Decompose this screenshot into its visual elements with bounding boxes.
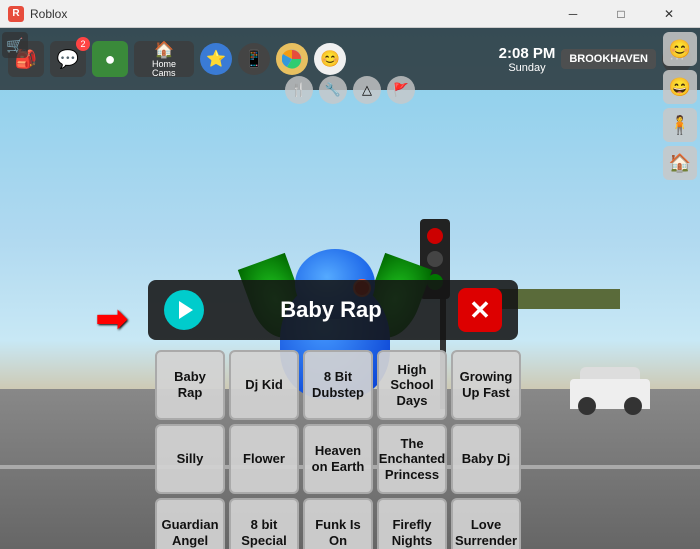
secondary-icon-row: 🍴 🔧 △ 🚩 <box>285 76 415 104</box>
song-cell-12[interactable]: Funk Is On <box>303 498 373 549</box>
clock: 2:08 PM Sunday <box>499 45 556 74</box>
song-cell-0[interactable]: Baby Rap <box>155 350 225 420</box>
song-cell-2[interactable]: 8 Bit Dubstep <box>303 350 373 420</box>
face-button[interactable]: 😊 <box>314 43 346 75</box>
day-display: Sunday <box>499 62 556 74</box>
triangle-icon-button[interactable]: △ <box>353 76 381 104</box>
left-panel: 🛒 <box>0 28 30 549</box>
home-button[interactable]: 🏠 <box>663 146 697 180</box>
notification-button[interactable]: 💬 2 <box>50 41 86 77</box>
song-cell-4[interactable]: Growing Up Fast <box>451 350 521 420</box>
game-viewport: 🎒 💬 2 ● 🏠 HomeCams ⭐ 📱 <box>0 28 700 549</box>
song-cell-3[interactable]: High School Days <box>377 350 447 420</box>
song-cell-14[interactable]: Love Surrender <box>451 498 521 549</box>
maximize-button[interactable]: □ <box>598 0 644 28</box>
hud-icons-row1: ⭐ 📱 😊 <box>200 43 346 75</box>
home-cams-label: HomeCams <box>152 60 176 78</box>
song-cell-10[interactable]: Guardian Angel <box>155 498 225 549</box>
star-button[interactable]: ⭐ <box>200 43 232 75</box>
current-song-title: Baby Rap <box>216 297 446 323</box>
chat-icon: 💬 <box>57 49 79 70</box>
song-cell-5[interactable]: Silly <box>155 424 225 494</box>
pie-icon <box>282 49 302 69</box>
status-icon: ● <box>105 49 116 70</box>
smile-button[interactable]: 😊 <box>663 32 697 66</box>
car-wheel-left <box>578 397 596 415</box>
phone-button[interactable]: 📱 <box>238 43 270 75</box>
song-cell-1[interactable]: Dj Kid <box>229 350 299 420</box>
pie-button[interactable] <box>276 43 308 75</box>
title-text: Roblox <box>30 7 550 21</box>
window-controls: ─ □ ✕ <box>550 0 692 28</box>
traffic-yellow <box>427 251 443 267</box>
notification-badge: 2 <box>76 37 90 51</box>
song-cell-8[interactable]: The Enchanted Princess <box>377 424 447 494</box>
brookhaven-badge: BROOKHAVEN <box>561 49 656 69</box>
close-button[interactable]: ✕ <box>646 0 692 28</box>
app-icon: R <box>8 6 24 22</box>
music-player-bar: Baby Rap ✕ <box>148 280 518 340</box>
traffic-red <box>427 228 443 244</box>
song-cell-6[interactable]: Flower <box>229 424 299 494</box>
home-cams-icon: 🏠 <box>154 40 174 60</box>
car-wheel-right <box>624 397 642 415</box>
song-cell-9[interactable]: Baby Dj <box>451 424 521 494</box>
shop-icon-button[interactable]: 🛒 <box>2 32 28 58</box>
song-cell-7[interactable]: Heaven on Earth <box>303 424 373 494</box>
minimize-button[interactable]: ─ <box>550 0 596 28</box>
song-grid: Baby RapDj Kid8 Bit DubstepHigh School D… <box>155 350 521 549</box>
avatar-button[interactable]: 🧍 <box>663 108 697 142</box>
arrow-indicator: ➡ <box>95 296 129 342</box>
home-cams-button[interactable]: 🏠 HomeCams <box>134 41 194 77</box>
tool-icon-button[interactable]: 🔧 <box>319 76 347 104</box>
right-panel: 😊 😄 🧍 🏠 <box>660 28 700 184</box>
flag-icon-button[interactable]: 🚩 <box>387 76 415 104</box>
time-display: 2:08 PM <box>499 45 556 62</box>
close-music-button[interactable]: ✕ <box>458 288 502 332</box>
song-cell-13[interactable]: Firefly Nights <box>377 498 447 549</box>
car <box>570 364 650 409</box>
song-cell-11[interactable]: 8 bit Special <box>229 498 299 549</box>
food-icon-button[interactable]: 🍴 <box>285 76 313 104</box>
emote-button[interactable]: 😄 <box>663 70 697 104</box>
play-button[interactable] <box>164 290 204 330</box>
titlebar: R Roblox ─ □ ✕ <box>0 0 700 28</box>
status-button[interactable]: ● <box>92 41 128 77</box>
